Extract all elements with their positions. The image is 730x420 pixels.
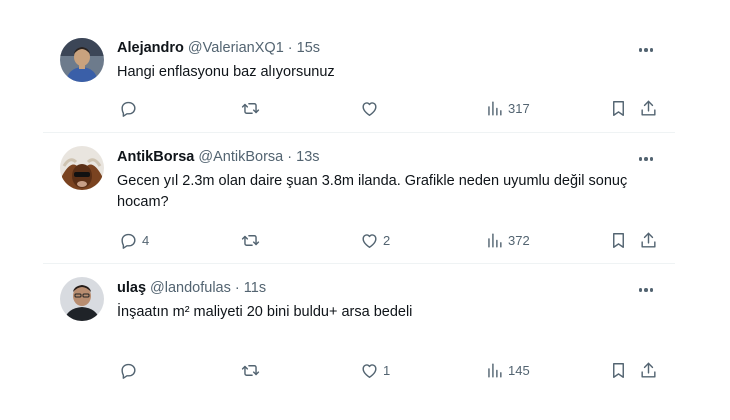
reply-icon <box>121 233 136 249</box>
display-name[interactable]: AntikBorsa <box>117 149 194 165</box>
like-icon <box>362 233 377 248</box>
reply-button[interactable]: 4 <box>119 229 149 251</box>
avatar[interactable] <box>60 38 104 82</box>
display-name[interactable]: Alejandro <box>117 40 184 56</box>
tweet-text: İnşaatın m² maliyeti 20 bini buldu+ arsa… <box>117 304 413 320</box>
reply-icon <box>121 363 136 379</box>
retweet-button[interactable] <box>241 359 264 381</box>
timestamp[interactable]: 15s <box>297 40 320 56</box>
retweet-icon <box>241 234 260 246</box>
views-count: 145 <box>508 362 530 378</box>
separator: · <box>287 149 293 165</box>
reply-button[interactable] <box>119 97 142 119</box>
share-icon <box>641 362 656 378</box>
bookmark-icon <box>613 232 624 248</box>
tweet-header: ulaş @landofulas · 11s <box>117 280 266 296</box>
tweet-header: AntikBorsa @AntikBorsa · 13s <box>117 149 320 165</box>
tweet[interactable]: Alejandro @ValerianXQ1 · 15s Hangi enfla… <box>43 24 675 132</box>
like-button[interactable]: 1 <box>360 359 390 381</box>
like-button[interactable] <box>360 97 383 119</box>
reply-count: 4 <box>142 232 150 248</box>
like-button[interactable]: 2 <box>360 229 390 251</box>
avatar[interactable] <box>60 146 104 190</box>
more-button[interactable] <box>635 42 657 58</box>
action-bar: 4 2 372 <box>115 229 663 251</box>
reply-button[interactable] <box>119 359 142 381</box>
share-button[interactable] <box>639 229 658 251</box>
like-icon <box>362 101 377 116</box>
tweet-text: Gecen yıl 2.3m olan daire şuan 3.8m ilan… <box>117 173 628 210</box>
timestamp[interactable]: 11s <box>244 280 266 296</box>
handle[interactable]: @AntikBorsa <box>198 149 283 165</box>
reply-icon <box>121 101 136 117</box>
like-icon <box>362 363 377 378</box>
bookmark-button[interactable] <box>609 229 628 251</box>
retweet-button[interactable] <box>241 97 264 119</box>
action-bar: 317 <box>115 97 663 119</box>
share-button[interactable] <box>639 97 658 119</box>
separator: · <box>234 280 240 296</box>
avatar[interactable] <box>60 277 104 321</box>
like-count: 2 <box>383 232 391 248</box>
action-bar: 1 145 <box>115 359 663 381</box>
retweet-icon <box>241 102 260 114</box>
retweet-button[interactable] <box>241 229 264 251</box>
display-name[interactable]: ulaş <box>117 280 146 296</box>
handle[interactable]: @landofulas <box>150 280 231 296</box>
views-button[interactable]: 317 <box>485 97 530 119</box>
views-button[interactable]: 145 <box>485 359 530 381</box>
separator: · <box>287 40 293 56</box>
more-icon <box>638 288 643 292</box>
tweet[interactable]: ulaş @landofulas · 11s İnşaatın m² maliy… <box>43 264 675 379</box>
share-icon <box>641 232 656 248</box>
share-icon <box>641 100 656 116</box>
views-icon <box>488 100 502 116</box>
more-icon <box>638 48 643 52</box>
timestamp[interactable]: 13s <box>296 149 319 165</box>
bookmark-button[interactable] <box>609 359 628 381</box>
tweet-text: Hangi enflasyonu baz alıyorsunuz <box>117 64 335 80</box>
more-button[interactable] <box>635 282 657 298</box>
retweet-icon <box>241 364 260 376</box>
bookmark-icon <box>613 100 624 116</box>
share-button[interactable] <box>639 359 658 381</box>
views-icon <box>488 362 502 378</box>
like-count: 1 <box>383 362 391 378</box>
more-button[interactable] <box>635 151 657 167</box>
bookmark-button[interactable] <box>609 97 628 119</box>
views-count: 317 <box>508 100 530 116</box>
views-button[interactable]: 372 <box>485 229 530 251</box>
views-icon <box>488 232 502 248</box>
handle[interactable]: @ValerianXQ1 <box>188 40 284 56</box>
bookmark-icon <box>613 362 624 378</box>
more-icon <box>638 157 643 161</box>
views-count: 372 <box>508 232 530 248</box>
tweet-header: Alejandro @ValerianXQ1 · 15s <box>117 40 320 56</box>
tweet[interactable]: AntikBorsa @AntikBorsa · 13s Gecen yıl 2… <box>43 133 675 263</box>
